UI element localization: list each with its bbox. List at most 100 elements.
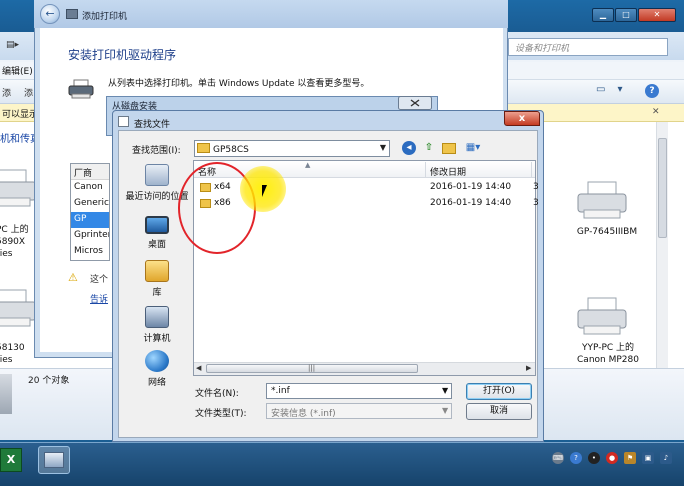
devices-window-caption-buttons: ▁ □ ✕: [592, 8, 676, 22]
device-label: GP-7645IIIBM: [576, 227, 638, 237]
close-icon[interactable]: [398, 96, 432, 110]
chevron-down-icon[interactable]: ▾: [617, 84, 622, 95]
column-divider[interactable]: [531, 162, 532, 177]
back-icon[interactable]: ◂: [402, 141, 416, 155]
manufacturer-list[interactable]: 厂商 Canon Generic GP Gprinter Micros: [70, 163, 110, 261]
grip-icon: |||: [308, 364, 316, 372]
lookin-value: GP58CS: [213, 145, 249, 155]
manufacturer-item[interactable]: Canon: [71, 180, 109, 196]
info-bar-text: 可以显示: [2, 110, 39, 120]
lookin-label: 查找范围(I):: [132, 146, 181, 156]
library-icon: [145, 260, 169, 282]
recent-places-icon: [145, 164, 169, 186]
printer-icon: [577, 297, 627, 335]
file-icon: [118, 116, 129, 127]
up-folder-icon[interactable]: ⇧: [422, 141, 436, 155]
place-label: 计算机: [143, 334, 171, 344]
chevron-down-icon[interactable]: ▼: [442, 386, 448, 395]
back-arrow-icon[interactable]: ←: [40, 4, 60, 24]
help-icon[interactable]: ?: [645, 84, 659, 98]
open-button[interactable]: 打开(O): [466, 383, 532, 400]
cancel-button[interactable]: 取消: [466, 403, 532, 420]
network-tray-icon[interactable]: ▣: [642, 452, 654, 464]
scroll-right-icon[interactable]: ▶: [526, 364, 531, 372]
device-item[interactable]: [576, 180, 628, 223]
manufacturer-header[interactable]: 厂商: [71, 164, 109, 180]
filetype-label: 文件类型(T):: [195, 409, 247, 419]
column-divider[interactable]: [425, 162, 426, 177]
device-label: 58130 ries: [0, 343, 25, 365]
search-input[interactable]: 设备和打印机: [508, 38, 668, 56]
printer-icon: [68, 79, 94, 99]
filetype-dropdown[interactable]: 安装信息 (*.inf): [266, 403, 452, 419]
sort-arrow-icon: ▲: [305, 161, 311, 169]
view-icon[interactable]: ▭: [596, 84, 605, 95]
wizard-warning-text: 这个: [90, 275, 109, 285]
record-icon[interactable]: ●: [606, 452, 618, 464]
chevron-down-icon[interactable]: ▼: [380, 143, 386, 152]
place-library[interactable]: 库: [124, 260, 190, 298]
place-computer[interactable]: 计算机: [124, 306, 190, 344]
file-date: 2016-01-19 14:40: [430, 198, 512, 208]
minimize-button[interactable]: ▁: [592, 8, 614, 22]
file-date: 2016-01-19 14:40: [430, 182, 512, 192]
lookin-dropdown[interactable]: GP58CS ▼: [194, 140, 390, 157]
device-label: PC 上的 5890X ries: [0, 225, 29, 259]
folder-icon: [197, 143, 210, 153]
device-label: YYP-PC 上的 Canon MP280: [577, 343, 639, 365]
device-item[interactable]: [0, 288, 38, 331]
help-tray-icon[interactable]: ?: [570, 452, 582, 464]
filename-label: 文件名(N):: [195, 389, 239, 399]
view-options: ▭ ▾: [596, 84, 622, 95]
volume-icon[interactable]: ♪: [660, 452, 672, 464]
new-folder-icon[interactable]: [442, 143, 456, 154]
place-network[interactable]: 网络: [124, 350, 190, 388]
menu-edit[interactable]: 编辑(E): [2, 67, 33, 77]
manufacturer-item[interactable]: Gprinter: [71, 228, 109, 244]
object-count: 20 个对象: [28, 376, 70, 386]
network-icon: [145, 350, 169, 372]
place-label: 桌面: [147, 240, 166, 250]
excel-taskbar-icon[interactable]: X: [0, 448, 22, 472]
close-window-button[interactable]: ✕: [638, 8, 676, 22]
place-label: 库: [152, 288, 162, 298]
driver-info-link[interactable]: 告诉: [90, 292, 108, 305]
system-tray: ⌨ ? • ● ⚑ ▣ ♪: [552, 452, 672, 464]
manufacturer-item[interactable]: Micros: [71, 244, 109, 260]
manufacturer-item-selected[interactable]: GP: [71, 212, 109, 228]
wizard-description: 从列表中选择打印机。单击 Windows Update 以查看更多型号。: [108, 79, 370, 89]
printer-small-icon: [66, 9, 78, 19]
navigation-toolbar: ◂ ⇧ ▦▾: [402, 141, 484, 155]
device-item[interactable]: [0, 168, 38, 211]
maximize-button[interactable]: □: [615, 8, 637, 22]
manufacturer-item[interactable]: Generic: [71, 196, 109, 212]
info-bar-close-icon[interactable]: ✕: [652, 107, 660, 117]
desktop-icon: [145, 216, 169, 234]
toolbar-add-printer-button[interactable]: 添: [24, 86, 33, 99]
file-type: 3: [533, 182, 539, 192]
printer-icon: [0, 169, 37, 207]
filename-input[interactable]: *.inf: [266, 383, 452, 399]
wizard-heading: 安装打印机驱动程序: [68, 48, 177, 62]
printer-icon: [577, 181, 627, 219]
browse-dialog-title: 查找文件: [134, 120, 171, 130]
flag-icon[interactable]: ⚑: [624, 452, 636, 464]
wizard-title: 添加打印机: [82, 12, 128, 22]
mouse-cursor-icon: [262, 185, 267, 197]
file-type: 3: [533, 198, 539, 208]
column-date[interactable]: 修改日期: [430, 165, 466, 178]
scroll-left-icon[interactable]: ◀: [196, 364, 201, 372]
chevron-down-icon[interactable]: ▼: [442, 406, 448, 415]
printers-taskbar-icon: [44, 452, 64, 468]
address-folder-icon[interactable]: ▤▸: [6, 40, 28, 52]
taskbar: [0, 442, 684, 486]
view-menu-icon[interactable]: ▦▾: [462, 141, 484, 155]
device-thumbnail-icon: [0, 374, 12, 414]
tray-app-icon[interactable]: •: [588, 452, 600, 464]
device-item[interactable]: [576, 296, 628, 339]
keyboard-icon[interactable]: ⌨: [552, 452, 564, 464]
devices-scroll-thumb[interactable]: [658, 138, 667, 238]
browse-close-button[interactable]: x: [504, 111, 540, 126]
toolbar-add-device-button[interactable]: 添: [2, 86, 11, 99]
printer-icon: [0, 289, 37, 327]
